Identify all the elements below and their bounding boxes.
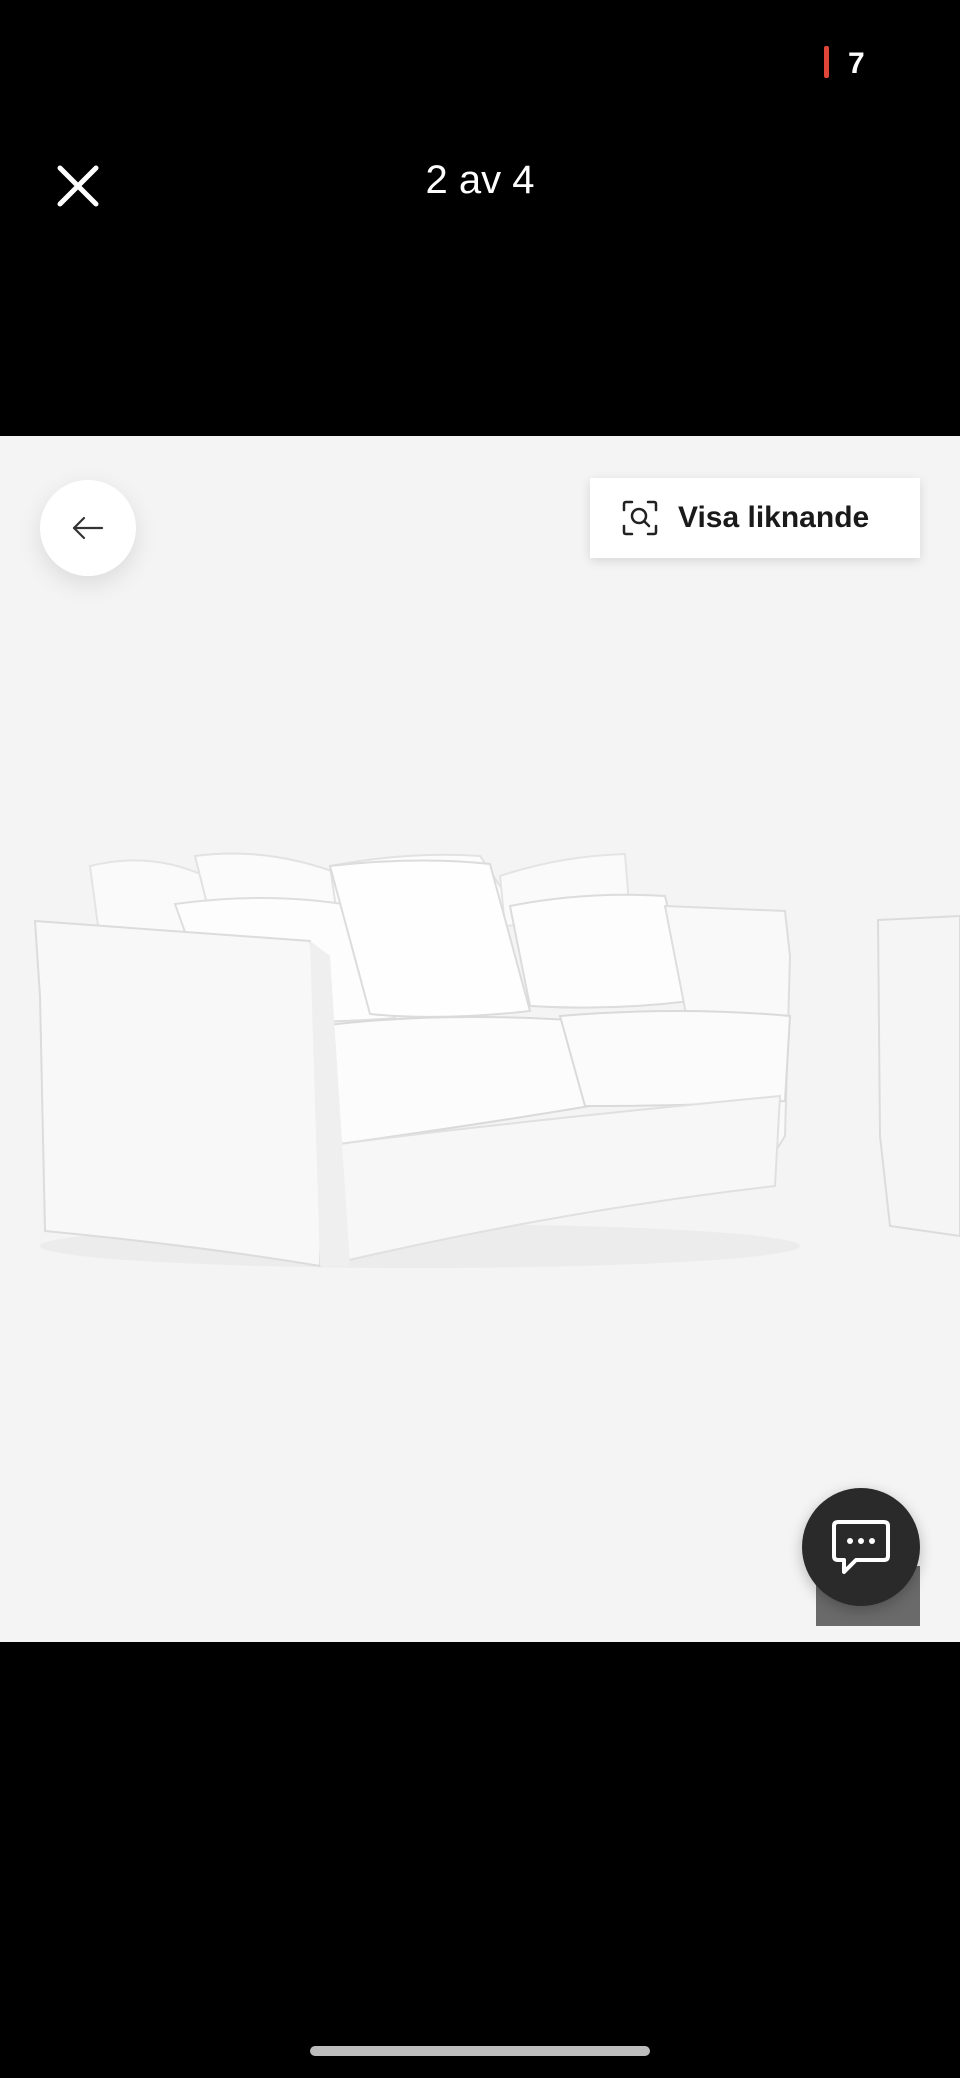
viewer-header: 2 av 4	[0, 120, 960, 220]
arrow-left-icon	[72, 516, 104, 540]
product-image-panel[interactable]: Visa liknande	[0, 436, 960, 1642]
chat-bubble-icon	[832, 1520, 890, 1574]
previous-image-button[interactable]	[40, 480, 136, 576]
visual-search-icon	[622, 500, 658, 536]
home-indicator[interactable]	[310, 2046, 650, 2056]
battery-level: 7	[848, 47, 865, 80]
chat-button[interactable]	[802, 1488, 920, 1606]
status-bar: 7	[0, 0, 960, 120]
show-similar-label: Visa liknande	[678, 501, 870, 534]
image-viewer-screen: 7 2 av 4 Visa liknande	[0, 0, 960, 2078]
battery-icon	[824, 46, 829, 78]
show-similar-button[interactable]: Visa liknande	[590, 478, 920, 558]
image-counter: 2 av 4	[425, 158, 535, 202]
sofa-product-image	[33, 852, 960, 1268]
